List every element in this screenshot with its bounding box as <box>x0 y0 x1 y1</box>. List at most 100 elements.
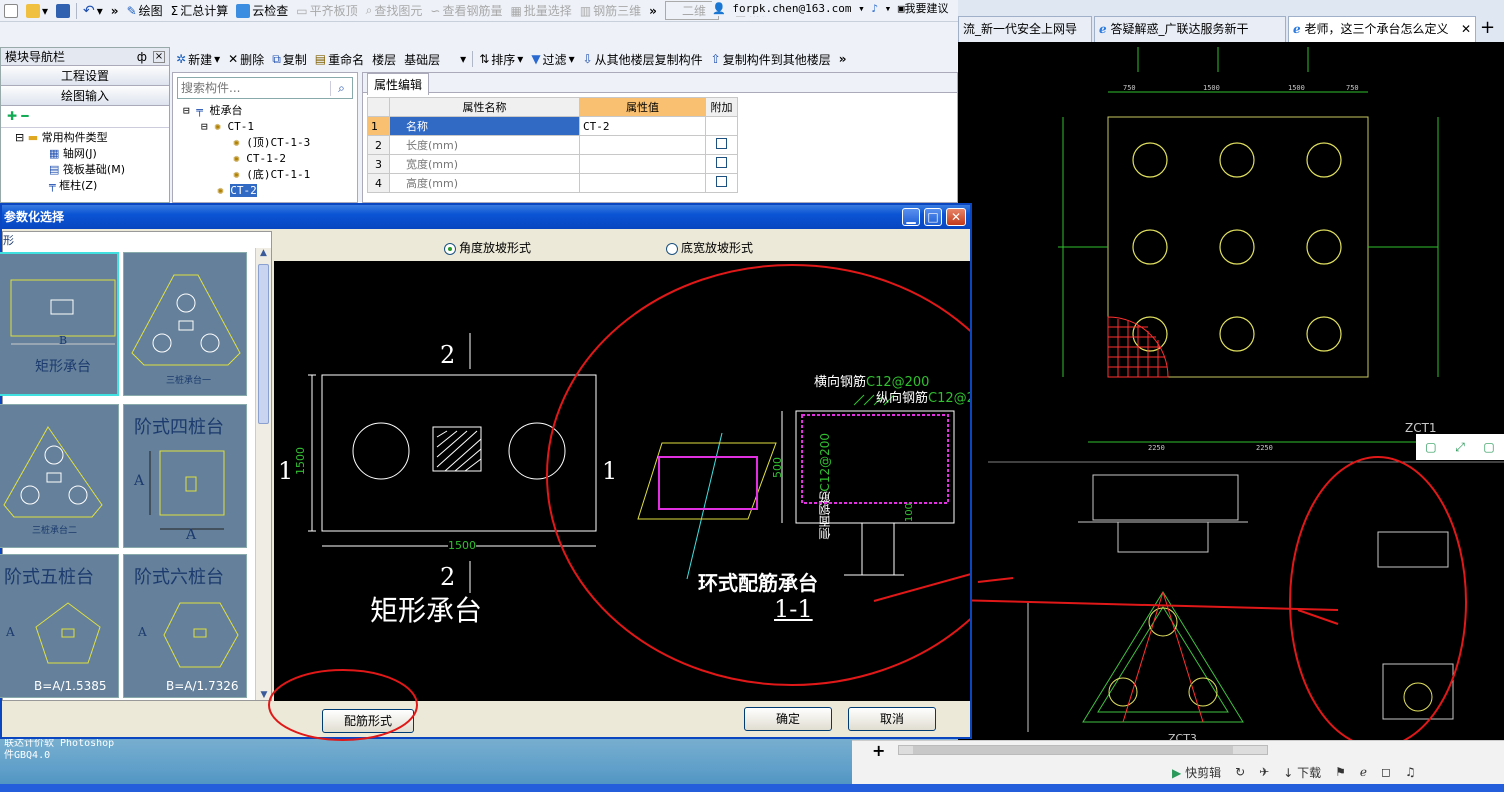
pin-icon[interactable]: ✈ <box>1259 765 1269 779</box>
fullscreen-icon[interactable]: ⤢ <box>1455 440 1465 455</box>
overflow-chevron[interactable]: » <box>835 49 851 69</box>
suggest-link[interactable]: 我要建议 <box>905 2 949 15</box>
close-icon[interactable]: × <box>153 51 165 63</box>
table-row[interactable]: 4 高度(mm) <box>367 173 738 193</box>
extra-checkbox[interactable] <box>716 157 727 168</box>
tree-node-ct12[interactable]: ✺ CT-1-2 <box>183 151 357 167</box>
rebar-v-name: 纵向钢筋 <box>876 391 929 406</box>
expand-all-icon[interactable]: ✚ <box>7 109 17 123</box>
new-file-button[interactable] <box>0 1 22 21</box>
view-rebar-button[interactable]: ∽ 查看钢筋量 <box>426 1 506 21</box>
collapse-all-icon[interactable]: ━ <box>21 109 28 123</box>
ok-button[interactable]: 确定 <box>744 707 832 731</box>
overflow-chevron[interactable]: » <box>107 1 123 21</box>
copy-to-floor-button[interactable]: ⇧ 复制构件到其他楼层 <box>707 49 835 69</box>
ie-icon[interactable]: ℯ <box>1360 765 1367 779</box>
filter-button[interactable]: ▼ 过滤 ▾ <box>527 49 578 69</box>
extra-checkbox[interactable] <box>716 138 727 149</box>
search-icon[interactable]: ⌕ <box>330 80 352 96</box>
copy-label: 复制 <box>282 52 307 67</box>
overflow-chevron[interactable]: » <box>645 1 661 21</box>
save-image-icon[interactable]: ▢ <box>1483 440 1494 454</box>
browser-tab[interactable]: ℯ 答疑解惑_广联达服务新干 <box>1094 16 1286 42</box>
draw-input-button[interactable]: 绘图输入 <box>1 86 169 106</box>
radio-angle[interactable]: 角度放坡形式 <box>444 239 531 256</box>
tree-node-pilecap[interactable]: ⊟ ╤ 桩承台 <box>183 103 357 119</box>
rebar-icon: ∽ <box>430 3 441 18</box>
add-icon[interactable]: + <box>872 741 885 760</box>
tree-node-ct2[interactable]: ✺ CT-2 <box>183 183 357 199</box>
undo-button[interactable]: ↶ ▾ <box>79 1 107 21</box>
thumb-step-five[interactable]: 阶式五桩台 A B=A/1.5385 <box>0 554 119 698</box>
cancel-button[interactable]: 取消 <box>848 707 936 731</box>
scroll-thumb[interactable] <box>258 264 269 424</box>
thumb-three-pile-2[interactable]: 三桩承台二 <box>0 404 119 548</box>
copy-image-icon[interactable]: ▢ <box>1425 440 1436 454</box>
extra-checkbox[interactable] <box>716 176 727 187</box>
rename-button[interactable]: ▤ 重命名 <box>311 49 368 69</box>
sort-button[interactable]: ⇅ 排序 ▾ <box>475 49 527 69</box>
tree-item-axis[interactable]: ▦ 轴网(J) <box>15 146 169 162</box>
radio-bottom-width[interactable]: 底宽放坡形式 <box>666 239 753 256</box>
rebar-3d-button[interactable]: ▥ 钢筋三维 <box>576 1 645 21</box>
floor-select[interactable]: 基础层 ▾ <box>400 49 470 69</box>
prop-value[interactable]: CT-2 <box>579 116 706 136</box>
cloud-check-button[interactable]: 云检查 <box>232 1 292 21</box>
maximize-button[interactable]: □ <box>924 208 942 226</box>
thumb-label: 阶式四桩台 <box>134 417 224 438</box>
delete-button[interactable]: ✕ 删除 <box>224 49 268 69</box>
draw-button[interactable]: ✎ 绘图 <box>123 1 167 21</box>
horizontal-scrollbar[interactable] <box>898 745 1268 755</box>
sum-button[interactable]: Σ 汇总计算 <box>167 1 233 21</box>
prop-value[interactable] <box>579 154 706 174</box>
save-button[interactable] <box>52 1 74 21</box>
close-tab-icon[interactable]: ✕ <box>1461 17 1471 41</box>
tab-property-edit[interactable]: 属性编辑 <box>367 73 430 95</box>
search-input[interactable] <box>178 81 330 95</box>
table-row[interactable]: 2 长度(mm) <box>367 135 738 155</box>
thumb-three-pile-1[interactable]: 三桩承台一 <box>123 252 247 396</box>
browser-tab[interactable]: 流_新一代安全上网导 <box>958 16 1092 42</box>
tree-item-common[interactable]: ⊟ ▬ 常用构件类型 <box>15 130 169 146</box>
bell-icon[interactable]: ♪ <box>871 2 878 15</box>
tree-item-column[interactable]: ╤ 框柱(Z) <box>15 178 169 194</box>
table-row[interactable]: 3 宽度(mm) <box>367 154 738 174</box>
pin-icon[interactable]: ф <box>137 48 147 66</box>
quick-clip-button[interactable]: ▶ 快剪辑 <box>1172 764 1221 781</box>
tree-node-ct1[interactable]: ⊟ ✺ CT-1 <box>183 119 357 135</box>
level-top-button[interactable]: ▭ 平齐板顶 <box>292 1 361 21</box>
thumb-step-four[interactable]: 阶式四桩台 A A <box>123 404 247 548</box>
table-row[interactable]: 1 名称 CT-2 <box>367 116 738 136</box>
corner-cell <box>367 97 390 117</box>
user-email[interactable]: forpk.chen@163.com <box>732 2 851 15</box>
prop-value[interactable] <box>579 173 706 193</box>
copy-button[interactable]: ⧉ 复制 <box>268 49 311 69</box>
sort-icon: ⇅ <box>479 52 490 66</box>
new-tab-button[interactable]: + <box>1480 16 1495 40</box>
project-settings-button[interactable]: 工程设置 <box>1 66 169 86</box>
refresh-icon[interactable]: ↻ <box>1235 765 1245 779</box>
browser-tab-active[interactable]: ℯ 老师，这三个承台怎么定义 ✕ <box>1288 16 1476 42</box>
thumb-step-six[interactable]: 阶式六桩台 A B=A/1.7326 <box>123 554 247 698</box>
find-element-button[interactable]: ⌕ 查找图元 <box>362 1 427 21</box>
flag-icon[interactable]: ⚑ <box>1335 765 1346 779</box>
desktop-label[interactable]: 联达计价软 Photoshop <box>4 738 114 750</box>
thumb-rect-cap[interactable]: B 矩形承台 <box>0 252 119 396</box>
download-button[interactable]: ↓ 下载 <box>1283 764 1321 781</box>
copy-from-floor-button[interactable]: ⇩ 从其他楼层复制构件 <box>579 49 707 69</box>
desktop-label[interactable]: 件GBQ4.0 <box>4 750 50 762</box>
list-scrollbar[interactable]: ▲ ▼ <box>255 248 271 700</box>
open-button[interactable]: ▾ <box>22 1 52 21</box>
new-component-button[interactable]: ✲ 新建 ▾ <box>172 49 224 69</box>
tree-node-ct11[interactable]: ✺ (底)CT-1-1 <box>183 167 357 183</box>
window-icon[interactable]: ◻ <box>1381 765 1391 779</box>
minimize-button[interactable]: ▁ <box>902 208 920 226</box>
batch-select-button[interactable]: ▦ 批量选择 <box>506 1 575 21</box>
volume-icon[interactable]: ♫ <box>1405 765 1416 779</box>
close-button[interactable]: ✕ <box>946 208 966 226</box>
scroll-up-icon[interactable]: ▲ <box>256 248 271 264</box>
tree-item-raft[interactable]: ▤ 筏板基础(M) <box>15 162 169 178</box>
prop-value[interactable] <box>579 135 706 155</box>
copy-floor-icon: ⇩ <box>582 52 593 66</box>
tree-node-ct13[interactable]: ✺ (顶)CT-1-3 <box>183 135 357 151</box>
